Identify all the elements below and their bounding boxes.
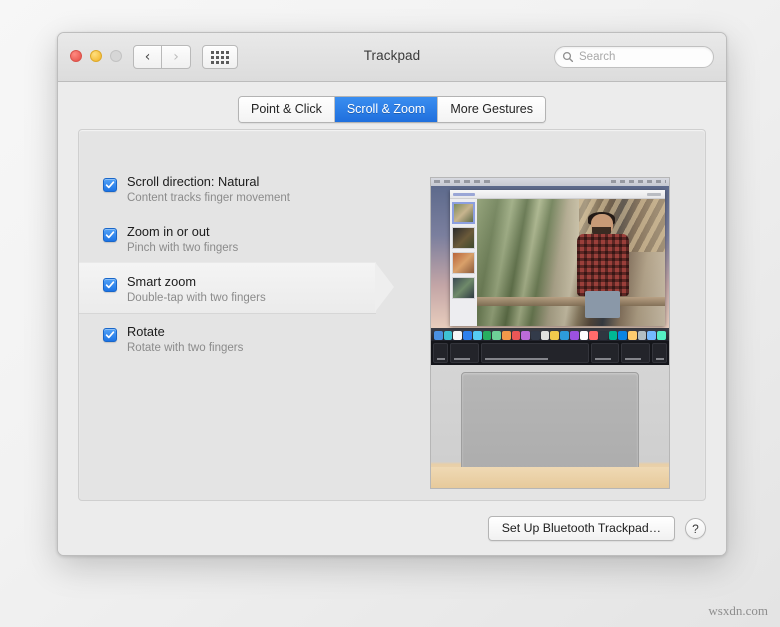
- option-rotate[interactable]: Rotate Rotate with two fingers: [79, 312, 409, 362]
- checkmark-icon: [103, 228, 117, 242]
- preview-photos-toolbar: [450, 190, 665, 199]
- preview-keyboard: [431, 341, 669, 365]
- tab-point-and-click[interactable]: Point & Click: [238, 97, 335, 122]
- preview-key: [590, 343, 620, 363]
- system-preferences-window: ‹ › Trackpad Search Point & Click Scroll…: [57, 32, 727, 556]
- preview-desktop: [431, 186, 669, 328]
- option-text: Zoom in or out Pinch with two fingers: [127, 220, 238, 254]
- preview-trackpad: [461, 372, 639, 472]
- tab-scroll-and-zoom[interactable]: Scroll & Zoom: [334, 97, 439, 122]
- preview-key: [621, 343, 650, 363]
- option-text: Scroll direction: Natural Content tracks…: [127, 170, 290, 204]
- gesture-preview-video: [430, 177, 670, 489]
- preview-thumbnail: [452, 202, 475, 224]
- preview-photo-thumbnails: [450, 199, 477, 326]
- set-up-bluetooth-trackpad-button[interactable]: Set Up Bluetooth Trackpad…: [487, 516, 675, 541]
- tab-bar: Point & Click Scroll & Zoom More Gesture…: [58, 96, 726, 123]
- preview-person: [575, 212, 631, 319]
- preview-photos-body: [450, 199, 665, 326]
- preview-key: [450, 343, 479, 363]
- option-title: Scroll direction: Natural: [127, 174, 260, 189]
- option-text: Rotate Rotate with two fingers: [127, 320, 243, 354]
- option-scroll-direction[interactable]: Scroll direction: Natural Content tracks…: [79, 162, 409, 212]
- panel-footer: Set Up Bluetooth Trackpad… ?: [487, 516, 706, 541]
- option-zoom-in-or-out[interactable]: Zoom in or out Pinch with two fingers: [79, 212, 409, 262]
- window-titlebar: ‹ › Trackpad Search: [58, 33, 726, 82]
- option-subtitle: Content tracks finger movement: [127, 192, 290, 204]
- option-subtitle: Double-tap with two fingers: [127, 292, 266, 304]
- checkbox-zoom-in-or-out[interactable]: [103, 220, 117, 254]
- option-text: Smart zoom Double-tap with two fingers: [127, 270, 266, 304]
- preview-photo-large: [477, 199, 665, 326]
- option-subtitle: Rotate with two fingers: [127, 342, 244, 354]
- preview-key: [651, 343, 667, 363]
- preview-macbook-base: [431, 365, 669, 488]
- tab-more-gestures[interactable]: More Gestures: [438, 97, 546, 122]
- option-title: Rotate: [127, 324, 165, 339]
- preview-key: [433, 343, 449, 363]
- preview-thumbnail: [452, 252, 475, 274]
- search-input[interactable]: Search: [579, 51, 615, 63]
- gesture-options-list: Scroll direction: Natural Content tracks…: [79, 162, 409, 362]
- option-subtitle: Pinch with two fingers: [127, 242, 239, 254]
- preview-thumbnail: [452, 277, 475, 299]
- checkbox-smart-zoom[interactable]: [103, 270, 117, 304]
- preview-photos-window: [450, 190, 665, 326]
- checkmark-icon: [103, 328, 117, 342]
- option-title: Zoom in or out: [127, 224, 210, 239]
- option-title: Smart zoom: [127, 274, 196, 289]
- checkmark-icon: [103, 178, 117, 192]
- search-icon: [562, 51, 574, 63]
- option-smart-zoom[interactable]: Smart zoom Double-tap with two fingers: [79, 262, 409, 314]
- preview-thumbnail: [452, 227, 475, 249]
- preview-key-space: [480, 343, 589, 363]
- preview-desk-surface: [431, 467, 669, 488]
- checkmark-icon: [103, 278, 117, 292]
- checkbox-rotate[interactable]: [103, 320, 117, 354]
- window-body: Point & Click Scroll & Zoom More Gesture…: [58, 82, 726, 555]
- preview-menu-bar: [431, 178, 669, 186]
- watermark: wsxdn.com: [708, 603, 768, 618]
- preview-dock: [431, 328, 669, 341]
- preview-railing: [477, 296, 665, 306]
- checkbox-scroll-direction[interactable]: [103, 170, 117, 204]
- help-button[interactable]: ?: [685, 518, 706, 539]
- settings-panel: Scroll direction: Natural Content tracks…: [78, 129, 706, 501]
- search-field[interactable]: Search: [554, 46, 714, 68]
